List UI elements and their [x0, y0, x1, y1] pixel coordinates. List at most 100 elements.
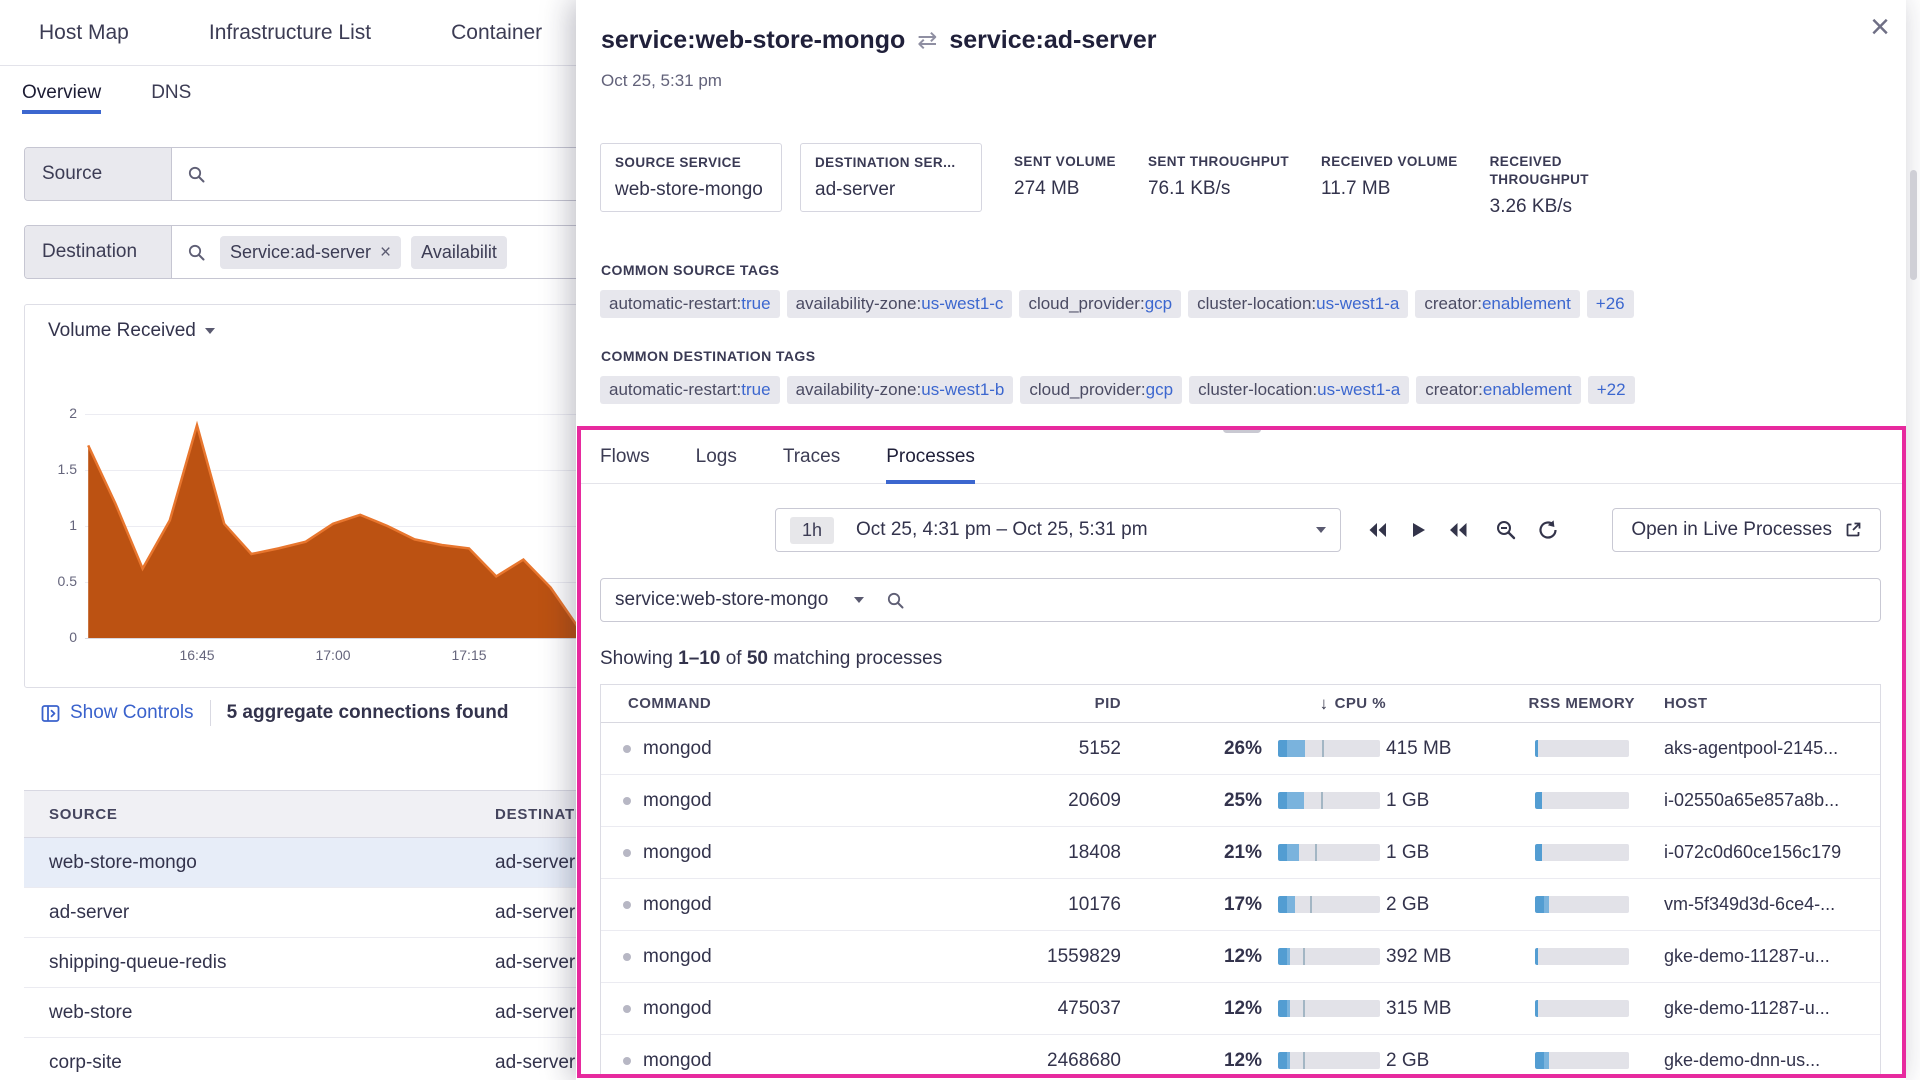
scrollbar[interactable] — [1908, 0, 1918, 1080]
column-header-cpu[interactable]: ↓ CPU % — [1121, 694, 1386, 714]
tag-pill[interactable]: cluster-location:us-west1-a — [1189, 376, 1409, 404]
process-command: mongod — [601, 946, 951, 968]
sub-nav-tab[interactable]: DNS — [151, 66, 191, 122]
tag-key: automatic-restart: — [609, 380, 741, 399]
sub-nav-tab[interactable]: Overview — [22, 66, 101, 122]
process-host: gke-demo-dnn-us... — [1635, 1050, 1880, 1071]
zoom-refresh-controls — [1495, 519, 1559, 541]
showing-range: 1–10 — [678, 648, 720, 669]
tag-value: enablement — [1483, 380, 1572, 399]
stat-label: RECEIVED THROUGHPUT — [1490, 153, 1642, 189]
open-live-processes-button[interactable]: Open in Live Processes — [1612, 508, 1881, 552]
column-header-pid[interactable]: PID — [951, 695, 1121, 712]
chip-close-icon[interactable]: × — [380, 243, 391, 262]
process-command-label: mongod — [643, 1050, 712, 1072]
tab-traces[interactable]: Traces — [783, 446, 840, 483]
metric-selector[interactable]: Volume Received — [48, 320, 215, 342]
cpu-bar-marker — [1321, 792, 1323, 809]
rss-bar-track — [1535, 1052, 1629, 1069]
tag-overflow-pill[interactable]: +22 — [1588, 376, 1635, 404]
process-command-label: mongod — [643, 842, 712, 864]
process-row[interactable]: mongod246868012%2 GBgke-demo-dnn-us... — [601, 1035, 1880, 1078]
stat-label: SOURCE SERVICE — [615, 154, 767, 172]
refresh-icon[interactable] — [1537, 519, 1559, 541]
zoom-out-icon[interactable] — [1495, 519, 1517, 541]
column-header-command[interactable]: COMMAND — [601, 695, 951, 712]
open-live-processes-label: Open in Live Processes — [1631, 519, 1832, 541]
filter-chip[interactable]: Service:ad-server× — [220, 236, 401, 269]
play-icon[interactable] — [1407, 519, 1429, 541]
tag-overflow-pill[interactable]: +26 — [1587, 290, 1634, 318]
process-row[interactable]: mongod155982912%392 MBgke-demo-11287-u..… — [601, 931, 1880, 983]
tag-pill[interactable]: availability-zone:us-west1-b — [787, 376, 1014, 404]
tab-logs[interactable]: Logs — [696, 446, 737, 483]
common-destination-tags-heading: COMMON DESTINATION TAGS — [576, 318, 1906, 364]
top-nav-tab[interactable]: Host Map — [39, 21, 129, 45]
tag-pill[interactable]: automatic-restart:true — [600, 290, 780, 318]
process-host: vm-5f349d3d-6ce4-... — [1635, 894, 1880, 915]
scrollbar-thumb[interactable] — [1910, 170, 1917, 280]
top-nav-tab[interactable]: Container — [451, 21, 542, 45]
search-icon — [886, 591, 905, 610]
time-range-selector[interactable]: 1h Oct 25, 4:31 pm – Oct 25, 5:31 pm — [775, 508, 1341, 552]
cpu-bar-marker — [1315, 844, 1317, 861]
process-search[interactable]: service:web-store-mongo — [600, 578, 1881, 622]
process-pid: 10176 — [951, 894, 1121, 916]
time-range-text: Oct 25, 4:31 pm – Oct 25, 5:31 pm — [856, 519, 1148, 541]
fast-forward-icon[interactable] — [1447, 519, 1469, 541]
divider — [210, 700, 211, 726]
tag-value: us-west1-a — [1316, 294, 1399, 313]
process-row[interactable]: mongod515226%415 MBaks-agentpool-2145... — [601, 723, 1880, 775]
stat: RECEIVED THROUGHPUT3.26 KB/s — [1490, 143, 1642, 218]
tag-pill[interactable]: cluster-location:us-west1-a — [1188, 290, 1408, 318]
column-header-source[interactable]: SOURCE — [24, 806, 495, 823]
drag-handle[interactable] — [1223, 426, 1261, 433]
tab-flows[interactable]: Flows — [600, 446, 650, 483]
sort-descending-icon: ↓ — [1320, 694, 1329, 714]
stat-label: SENT VOLUME — [1014, 153, 1116, 171]
metric-selector-label: Volume Received — [48, 320, 196, 342]
filter-chip-truncated[interactable]: Availabilit — [411, 236, 507, 269]
process-command-label: mongod — [643, 894, 712, 916]
dependency-side-panel: × service:web-store-mongo ⇄ service:ad-s… — [576, 0, 1906, 1080]
process-row[interactable]: mongod47503712%315 MBgke-demo-11287-u... — [601, 983, 1880, 1035]
column-header-rss[interactable]: RSS MEMORY — [1386, 695, 1635, 712]
stat[interactable]: DESTINATION SER...ad-server — [800, 143, 982, 212]
chevron-down-icon — [1316, 527, 1326, 533]
process-row[interactable]: mongod1017617%2 GBvm-5f349d3d-6ce4-... — [601, 879, 1880, 931]
process-cpu-bar — [1262, 948, 1386, 965]
showing-prefix: Showing — [600, 648, 678, 669]
top-nav-tab[interactable]: Infrastructure List — [209, 21, 371, 45]
process-host: i-02550a65e857a8b... — [1635, 790, 1880, 811]
time-controls-row: 1h Oct 25, 4:31 pm – Oct 25, 5:31 pm — [581, 508, 1902, 552]
tag-pill[interactable]: availability-zone:us-west1-c — [787, 290, 1013, 318]
process-row[interactable]: mongod1840821%1 GBi-072c0d60ce156c179 — [601, 827, 1880, 879]
process-rss-value: 1 GB — [1386, 842, 1519, 864]
process-rss-value: 415 MB — [1386, 738, 1519, 760]
process-command: mongod — [601, 1050, 951, 1072]
rewind-icon[interactable] — [1367, 519, 1389, 541]
tag-pill[interactable]: creator:enablement — [1416, 376, 1580, 404]
rss-bar-fill — [1535, 792, 1542, 809]
column-header-host[interactable]: HOST — [1635, 695, 1880, 712]
connection-source: web-store — [24, 1002, 495, 1024]
process-rss-bar — [1519, 792, 1635, 809]
y-axis-label: 0.5 — [25, 573, 77, 589]
tag-value: enablement — [1482, 294, 1571, 313]
process-command: mongod — [601, 998, 951, 1020]
process-command-label: mongod — [643, 998, 712, 1020]
show-controls-button[interactable]: Show Controls — [40, 702, 194, 724]
tag-pill[interactable]: automatic-restart:true — [600, 376, 780, 404]
tag-pill[interactable]: creator:enablement — [1415, 290, 1579, 318]
process-row[interactable]: mongod2060925%1 GBi-02550a65e857a8b... — [601, 775, 1880, 827]
chevron-down-icon[interactable] — [854, 597, 864, 603]
rss-bar-fill — [1535, 844, 1542, 861]
process-cpu-value: 12% — [1121, 946, 1262, 968]
stat[interactable]: SOURCE SERVICEweb-store-mongo — [600, 143, 782, 212]
panel-expand-icon — [40, 703, 61, 724]
tag-key: availability-zone: — [796, 294, 922, 313]
tab-processes[interactable]: Processes — [886, 446, 975, 483]
close-icon[interactable]: × — [1870, 10, 1890, 44]
tag-pill[interactable]: cloud_provider:gcp — [1019, 290, 1181, 318]
tag-pill[interactable]: cloud_provider:gcp — [1020, 376, 1182, 404]
